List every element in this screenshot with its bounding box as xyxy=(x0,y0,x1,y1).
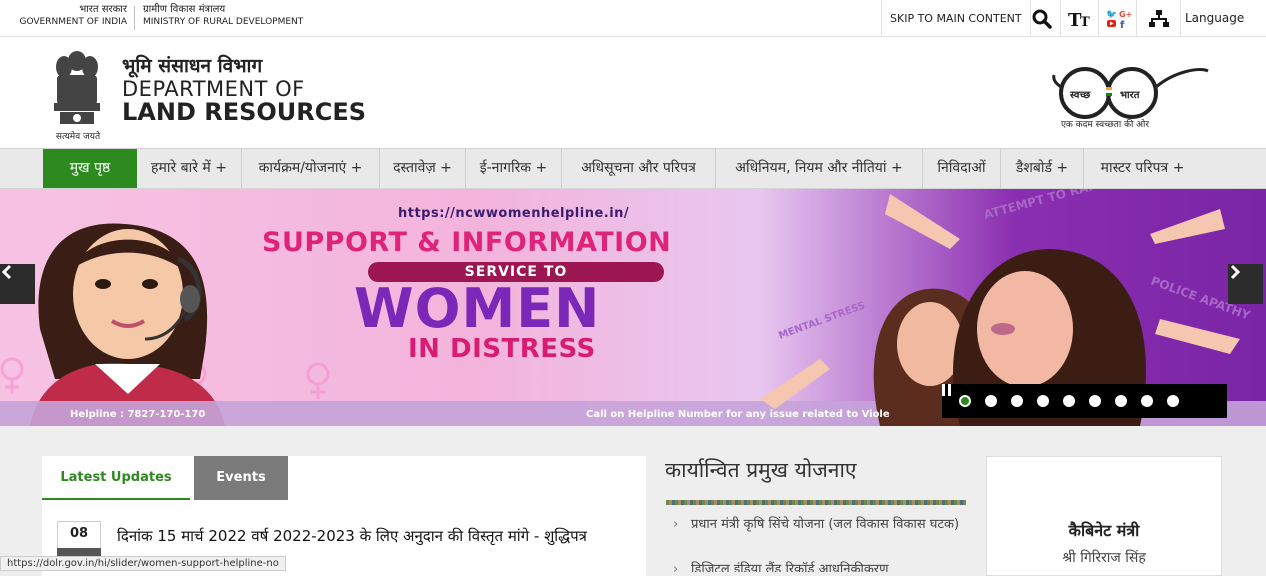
chevron-right-icon xyxy=(1230,264,1241,280)
slide-dot-1[interactable] xyxy=(959,395,971,407)
slide-dot-2[interactable] xyxy=(985,395,997,407)
update-link[interactable]: दिनांक 15 मार्च 2022 वर्ष 2022-2023 के ल… xyxy=(117,526,587,546)
nav-acts-rules[interactable]: अधिनियम, नियम और नीतियां + xyxy=(716,149,923,188)
department-title-line2[interactable]: LAND RESOURCES xyxy=(122,98,366,126)
pause-icon[interactable] xyxy=(942,384,952,396)
scheme-item[interactable]: › प्रधान मंत्री कृषि सिंचे योजना (जल विक… xyxy=(673,515,964,534)
satyamev-jayate: सत्यमेव जयते xyxy=(55,132,101,142)
search-icon[interactable] xyxy=(1023,0,1061,37)
swachh-tagline: एक कदम स्वच्छता की ओर xyxy=(1060,120,1150,130)
ministry-hindi: ग्रामीण विकास मंत्रालय xyxy=(143,4,226,15)
ministry-link[interactable]: ग्रामीण विकास मंत्रालय MINISTRY OF RURAL… xyxy=(143,4,303,28)
main-navigation: मुख पृष्ठ हमारे बारे में + कार्यक्रम/योज… xyxy=(0,148,1266,189)
government-of-india[interactable]: भारत सरकार GOVERNMENT OF INDIA xyxy=(14,4,127,28)
browser-status-url: https://dolr.gov.in/hi/slider/women-supp… xyxy=(0,556,286,571)
skip-to-main-content[interactable]: SKIP TO MAIN CONTENT xyxy=(881,0,1031,37)
sitemap-icon[interactable] xyxy=(1137,0,1181,37)
gov-hindi: भारत सरकार xyxy=(79,4,127,15)
nav-documents[interactable]: दस्तावेज़ + xyxy=(380,149,466,188)
nav-home[interactable]: मुख पृष्ठ xyxy=(43,149,137,188)
key-schemes-panel: कार्यान्वित प्रमुख योजनाए › प्रधान मंत्र… xyxy=(665,456,967,572)
cabinet-minister-card: कैबिनेट मंत्री श्री गिरिराज सिंह xyxy=(986,456,1222,576)
slide-dot-3[interactable] xyxy=(1011,395,1023,407)
social-media-icon[interactable]: 🐦 G+ f xyxy=(1099,0,1137,37)
nav-notifications[interactable]: अधिसूचना और परिपत्र xyxy=(562,149,716,188)
ministry-english: MINISTRY OF RURAL DEVELOPMENT xyxy=(143,17,304,27)
stress-label: MENTAL STRESS xyxy=(777,300,867,342)
call-on-helpline: Call on Helpline Number for any issue re… xyxy=(586,409,890,420)
banner-headline: SUPPORT & INFORMATION xyxy=(262,227,672,258)
schemes-title: कार्यान्वित प्रमुख योजनाए xyxy=(665,458,857,482)
nav-about-us[interactable]: हमारे बारे में + xyxy=(137,149,242,188)
minister-name[interactable]: श्री गिरिराज सिंह xyxy=(987,548,1221,567)
svg-text:G+: G+ xyxy=(1119,10,1131,19)
site-header: सत्यमेव जयते भूमि संसाधन विभाग DEPARTMEN… xyxy=(0,37,1266,148)
divider xyxy=(134,6,135,30)
banner-distress: IN DISTRESS xyxy=(408,334,596,364)
department-title-hindi[interactable]: भूमि संसाधन विभाग xyxy=(122,52,262,78)
schemes-divider xyxy=(666,500,966,505)
attempt-label: ATTEMPT TO RAPE xyxy=(982,189,1106,222)
helpline-number: Helpline : 7827-170-170 xyxy=(70,409,206,420)
svg-text:🐦: 🐦 xyxy=(1106,9,1117,20)
chevron-right-icon: › xyxy=(673,517,679,532)
slide-dot-7[interactable] xyxy=(1115,395,1127,407)
banner-women: WOMEN xyxy=(354,277,601,340)
slide-dot-9[interactable] xyxy=(1167,395,1179,407)
tab-events[interactable]: Events xyxy=(194,456,288,500)
svg-text:T: T xyxy=(1080,15,1090,29)
tab-latest-updates[interactable]: Latest Updates xyxy=(42,456,190,500)
chevron-right-icon: › xyxy=(674,560,678,572)
nav-tenders[interactable]: निविदाओं xyxy=(923,149,1001,188)
nav-programs[interactable]: कार्यक्रम/योजनाएं + xyxy=(242,149,380,188)
previous-slide-button[interactable] xyxy=(0,264,35,304)
svg-text:f: f xyxy=(1120,20,1125,30)
bharat-text: भारत xyxy=(1120,90,1141,101)
cabinet-title: कैबिनेट मंत्री xyxy=(1068,521,1140,540)
nav-e-citizen[interactable]: ई-नागरिक + xyxy=(466,149,562,188)
slide-dot-8[interactable] xyxy=(1141,395,1153,407)
nav-dashboard[interactable]: डैशबोर्ड + xyxy=(1001,149,1084,188)
scheme-label: प्रधान मंत्री कृषि सिंचे योजना (जल विकास… xyxy=(691,517,960,532)
nav-master-circulars[interactable]: मास्टर परिपत्र + xyxy=(1084,149,1201,188)
scheme-label: डिजिटल इंडिया लैंड रिकॉर्ड आधुनिकीकरण xyxy=(691,562,889,572)
slide-dot-5[interactable] xyxy=(1063,395,1075,407)
text-size-icon[interactable]: TT xyxy=(1061,0,1099,37)
slide-dot-4[interactable] xyxy=(1037,395,1049,407)
hero-slider[interactable]: ATTEMPT TO RAPE POLICE APATHY MENTAL STR… xyxy=(0,189,1266,426)
top-bar: भारत सरकार GOVERNMENT OF INDIA ग्रामीण व… xyxy=(0,0,1266,37)
helpline-url: https://ncwwomenhelpline.in/ xyxy=(398,206,630,221)
slider-pagination xyxy=(942,384,1227,418)
swachh-text: स्वच्छ xyxy=(1069,90,1091,101)
gov-english: GOVERNMENT OF INDIA xyxy=(19,17,127,27)
scheme-item[interactable]: › डिजिटल इंडिया लैंड रिकॉर्ड आधुनिकीकरण xyxy=(674,560,964,572)
language-selector[interactable]: Language xyxy=(1185,0,1244,37)
next-slide-button[interactable] xyxy=(1228,264,1263,304)
chevron-left-icon xyxy=(1,264,12,280)
slide-dot-6[interactable] xyxy=(1089,395,1101,407)
